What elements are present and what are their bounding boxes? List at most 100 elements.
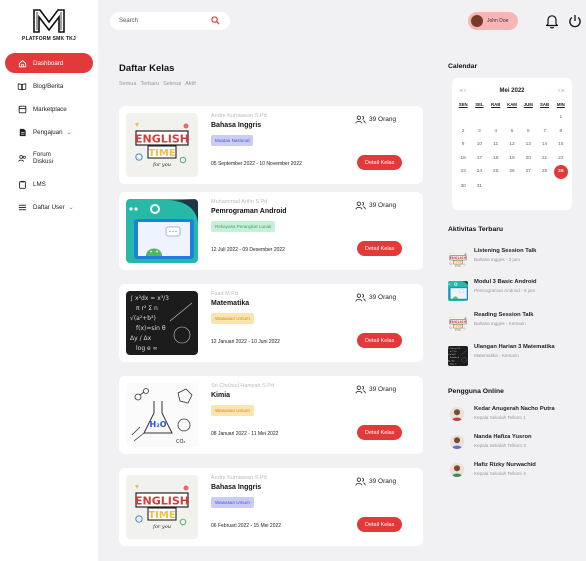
calendar-day[interactable]: 26 (504, 166, 520, 178)
class-category-badge: Rekayasa Perangkat Lunak (211, 221, 276, 232)
activity-item[interactable]: ENGLISH TIME for you Listening Session T… (448, 248, 586, 274)
sidebar-item-marketplace[interactable]: Marketplace (5, 99, 93, 119)
calendar-day[interactable]: 30 (455, 181, 471, 193)
power-icon[interactable] (568, 13, 582, 29)
class-card[interactable]: ENGLISH TIME for you Andre Kurniawan S.P… (119, 468, 423, 546)
sidebar-item-label: Dashboard (33, 59, 64, 67)
filter-tabs: Semua Terbaru Selesai Aktif (119, 81, 196, 87)
sidebar-item-forum-diskusi[interactable]: Forum Diskusi (5, 145, 93, 171)
class-subject: Pemrograman Android (211, 208, 287, 215)
filter-tab-selesai[interactable]: Selesai (163, 81, 181, 87)
class-subject: Bahasa Inggris (211, 484, 262, 491)
sidebar-item-daftar-user[interactable]: Daftar User ⌄ (5, 197, 93, 217)
class-card[interactable]: ∫ x²dx = x³/3 π r² Σ n √(a²+b²) f(x)=sin θ Δ… (119, 284, 423, 362)
sidebar-item-dashboard[interactable]: Dashboard (5, 53, 93, 73)
svg-text:ENGLISH: ENGLISH (450, 320, 467, 324)
calendar-day[interactable]: 21 (536, 153, 552, 165)
calendar-day-today[interactable]: 29 (553, 165, 568, 179)
class-card[interactable]: Muhammad Arifin S.Pd Pemrograman Android… (119, 192, 423, 270)
book-icon (17, 81, 27, 91)
filter-tab-aktif[interactable]: Aktif (185, 81, 196, 87)
search-icon[interactable] (211, 16, 220, 25)
student-count-label: 39 Orang (369, 116, 397, 123)
calendar-day[interactable]: 18 (488, 153, 504, 165)
class-card[interactable]: ENGLISH TIME for you Andre Kurniawan S.P… (119, 106, 423, 184)
activity-title: Modul 3 Basic Android (474, 279, 537, 285)
brand-name: PLATFORM SMK TKJ (22, 36, 76, 42)
detail-class-button[interactable]: Detail Kelas (357, 517, 403, 532)
sidebar-item-pengajuan[interactable]: Pengajuan ⌄ (5, 122, 93, 142)
svg-text:π r² Σ n: π r² Σ n (136, 305, 158, 312)
calendar-day[interactable]: 31 (471, 181, 487, 193)
svg-text:log e ∞: log e ∞ (136, 345, 158, 352)
online-user[interactable]: Hafiz Rizky Nurwachid Kepala Sekolah Tel… (448, 462, 586, 486)
svg-text:Δy / Δx: Δy / Δx (130, 335, 152, 342)
user-menu[interactable]: John Doe (468, 12, 518, 30)
search-input[interactable]: Search (110, 12, 230, 30)
calendar-day[interactable]: 27 (520, 166, 536, 178)
calendar-day[interactable]: 1 (553, 112, 569, 124)
calendar-day[interactable]: 20 (520, 153, 536, 165)
activity-thumbnail: ENGLISH TIME for you (448, 314, 468, 334)
calendar-day[interactable]: 19 (504, 153, 520, 165)
list-icon (17, 202, 27, 212)
calendar-day[interactable]: 24 (471, 166, 487, 178)
activity-meta: Pemrograman Android - 8 jam (474, 288, 536, 293)
activities-title: Aktivitas Terbaru (448, 226, 504, 233)
calendar-day[interactable]: 5 (504, 126, 520, 138)
calendar-day[interactable]: 8 (553, 126, 569, 138)
activity-item[interactable]: ∫ x²dx = x³/3 π r² Σ n √(a²+b²) f(x)=sin θΔ… (448, 344, 586, 370)
class-card[interactable]: H₂O CO₂ Sri Cholsiul Haniyah S.Pd Kimia … (119, 376, 423, 454)
search-placeholder: Search (119, 18, 139, 24)
calendar-day[interactable]: 12 (504, 139, 520, 151)
activity-title: Ulangan Harian 3 Matematika (474, 344, 555, 350)
calendar-day[interactable]: 23 (455, 166, 471, 178)
calendar-day[interactable]: 9 (455, 139, 471, 151)
detail-class-button[interactable]: Detail Kelas (357, 241, 403, 256)
calendar-day[interactable]: 16 (455, 153, 471, 165)
calendar-day[interactable]: 2 (455, 126, 471, 138)
detail-class-button[interactable]: Detail Kelas (357, 425, 403, 440)
class-category-badge: Wawasan Umum (211, 313, 254, 324)
calendar-day[interactable]: 28 (536, 166, 552, 178)
calendar-day[interactable]: 4 (488, 126, 504, 138)
people-icon (355, 477, 366, 486)
calendar-day[interactable]: 15 (553, 139, 569, 151)
calendar-day[interactable]: 7 (536, 126, 552, 138)
calendar-day[interactable]: 14 (536, 139, 552, 151)
calendar-day[interactable]: 22 (553, 153, 569, 165)
calendar-weekday: RAB (491, 102, 501, 107)
brand-logo[interactable]: PLATFORM SMK TKJ (0, 6, 98, 42)
activity-item[interactable]: Modul 3 Basic Android Pemrograman Androi… (448, 279, 586, 305)
calendar-day[interactable]: 11 (488, 139, 504, 151)
filter-tab-terbaru[interactable]: Terbaru (140, 81, 159, 87)
class-thumbnail: H₂O CO₂ (126, 383, 198, 447)
calendar-day[interactable]: 3 (471, 126, 487, 138)
sidebar-item-blog-berita[interactable]: Blog/Berita (5, 76, 93, 96)
activity-item[interactable]: ENGLISH TIME for you Reading Session Tal… (448, 312, 586, 338)
bell-icon[interactable] (545, 13, 559, 29)
calendar-next-button[interactable]: › » (558, 88, 564, 94)
calendar-header: « ‹ Mei 2022 › » (452, 82, 572, 100)
filter-tab-semua[interactable]: Semua (119, 81, 136, 87)
detail-class-button[interactable]: Detail Kelas (357, 155, 403, 170)
class-thumbnail: ENGLISH TIME for you (126, 113, 198, 177)
calendar-day[interactable]: 17 (471, 153, 487, 165)
people-icon (355, 201, 366, 210)
detail-class-button[interactable]: Detail Kelas (357, 333, 403, 348)
calendar-day[interactable]: 6 (520, 126, 536, 138)
svg-text:f(x)=sin θ: f(x)=sin θ (450, 357, 460, 359)
activity-thumbnail: ∫ x²dx = x³/3 π r² Σ n √(a²+b²) f(x)=sin θΔ… (448, 346, 468, 366)
sidebar-item-lms[interactable]: LMS (5, 174, 93, 194)
online-user[interactable]: Nanda Hafiza Yusron Kepala Sekolah Telko… (448, 434, 586, 458)
page-title: Daftar Kelas (119, 63, 175, 74)
calendar-day[interactable]: 13 (520, 139, 536, 151)
calendar-day[interactable]: 25 (488, 166, 504, 178)
calendar-grid: SEN SEL RAB KAM JUM SAB MIN 1 2 3 4 5 6 7 8 9 10 11 12 13 14… (452, 100, 572, 193)
avatar (450, 407, 464, 421)
calendar-blank (488, 112, 504, 124)
calendar-prev-button[interactable]: « ‹ (460, 88, 466, 94)
class-teacher: Andre Kurniawan S.Pd (211, 475, 267, 481)
online-user[interactable]: Kedar Anugerah Nacho Putra Kepala Sekola… (448, 406, 586, 430)
calendar-day[interactable]: 10 (471, 139, 487, 151)
